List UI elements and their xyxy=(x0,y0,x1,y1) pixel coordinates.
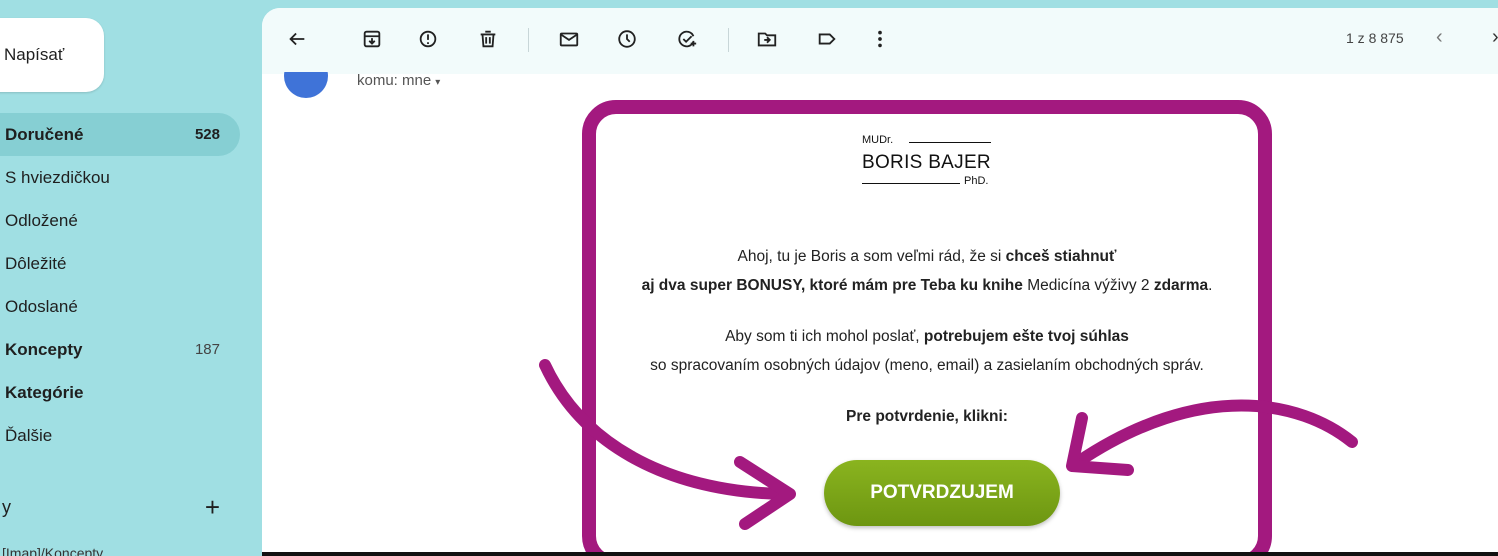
sidebar-item-label: Kategórie xyxy=(5,382,84,402)
email-paragraph-consent: Aby som ti ich mohol poslať, potrebujem … xyxy=(596,322,1258,380)
text: Medicína výživy 2 xyxy=(1022,277,1154,294)
confirm-button[interactable]: POTVRDZUJEM xyxy=(824,460,1060,526)
compose-button[interactable]: Napísať xyxy=(0,18,104,92)
logo-rule xyxy=(909,142,991,143)
logo-degree: PhD. xyxy=(964,175,989,187)
sidebar-item-drafts[interactable]: Koncepty 187 xyxy=(0,328,240,371)
sidebar-item-label: Doručené xyxy=(5,124,84,144)
logo-rule xyxy=(862,183,960,184)
logo-title: MUDr. xyxy=(862,134,894,146)
add-label-button[interactable]: + xyxy=(205,492,220,523)
message-toolbar: 1 z 8 875 ‹ › xyxy=(262,8,1498,74)
text-bold: chceš stiahnuť xyxy=(1005,248,1117,265)
snooze-icon[interactable] xyxy=(612,24,642,54)
sidebar-item-inbox[interactable]: Doručené 528 xyxy=(0,113,240,156)
text: . xyxy=(1208,277,1213,294)
sidebar-item-label: Dôležité xyxy=(5,253,67,273)
delete-icon[interactable] xyxy=(473,24,503,54)
labels-heading: y xyxy=(2,497,11,517)
screen-edge xyxy=(262,552,1498,556)
more-icon[interactable] xyxy=(865,24,895,54)
report-spam-icon[interactable] xyxy=(413,24,443,54)
add-task-icon[interactable] xyxy=(672,24,702,54)
mark-unread-icon[interactable] xyxy=(554,24,584,54)
text: so spracovaním osobných údajov (meno, em… xyxy=(650,357,1204,374)
sidebar-item-imap-drafts[interactable]: [Imap]/Koncepty xyxy=(2,545,103,556)
text-bold: potrebujem ešte tvoj súhlas xyxy=(923,328,1129,345)
email-paragraph-cta-prompt: Pre potvrdenie, klikni: xyxy=(846,408,1008,425)
chevron-down-icon[interactable]: ▾ xyxy=(435,77,440,88)
toolbar-divider xyxy=(528,28,529,52)
sidebar-item-categories[interactable]: Kategórie xyxy=(0,371,240,414)
text-bold: zdarma xyxy=(1153,277,1209,294)
labels-section: y + xyxy=(0,492,240,523)
sidebar-item-label: S hviezdičkou xyxy=(5,167,110,187)
email-content-frame: MUDr. BORIS BAJER PhD. Ahoj, tu je Boris… xyxy=(582,100,1272,556)
sidebar-item-more[interactable]: Ďalšie xyxy=(0,414,240,457)
sidebar-item-snoozed[interactable]: Odložené xyxy=(0,199,240,242)
newer-button[interactable]: › xyxy=(1492,26,1498,49)
sidebar-item-sent[interactable]: Odoslané xyxy=(0,285,240,328)
text: Ahoj, tu je Boris a som veľmi rád, že si xyxy=(737,248,1006,265)
move-to-icon[interactable] xyxy=(752,24,782,54)
sidebar-nav: Doručené 528 S hviezdičkou Odložené Dôle… xyxy=(0,113,250,457)
email-paragraph-greeting: Ahoj, tu je Boris a som veľmi rád, že si… xyxy=(596,242,1258,300)
sidebar-item-label: Koncepty xyxy=(5,339,83,359)
logo-name: BORIS BAJER xyxy=(862,152,991,173)
text-bold: aj dva super BONUSY, ktoré mám pre Teba … xyxy=(641,277,1023,294)
toolbar-divider xyxy=(728,28,729,52)
sidebar-item-label: Ďalšie xyxy=(5,425,53,445)
archive-icon[interactable] xyxy=(357,24,387,54)
recipient-text: komu: mne xyxy=(357,72,432,89)
sidebar-item-important[interactable]: Dôležité xyxy=(0,242,240,285)
sidebar-item-label: Odoslané xyxy=(5,296,78,316)
compose-label: Napísať xyxy=(4,45,65,64)
back-arrow-icon[interactable] xyxy=(282,24,312,54)
sidebar-item-label: Odložené xyxy=(5,210,78,230)
older-button[interactable]: ‹ xyxy=(1436,26,1443,49)
recipient-line[interactable]: komu: mne ▾ xyxy=(357,72,440,89)
drafts-count: 187 xyxy=(194,341,220,358)
pagination-text: 1 z 8 875 xyxy=(1346,30,1404,46)
message-view: 1 z 8 875 ‹ › komu: mne▾ MUDr. BORIS BAJ… xyxy=(262,8,1498,556)
label-icon[interactable] xyxy=(812,24,842,54)
brand-logo: MUDr. BORIS BAJER PhD. xyxy=(862,132,992,190)
text: Aby som ti ich mohol poslať, xyxy=(725,328,924,345)
sidebar-item-starred[interactable]: S hviezdičkou xyxy=(0,156,240,199)
unread-count: 528 xyxy=(194,126,220,143)
